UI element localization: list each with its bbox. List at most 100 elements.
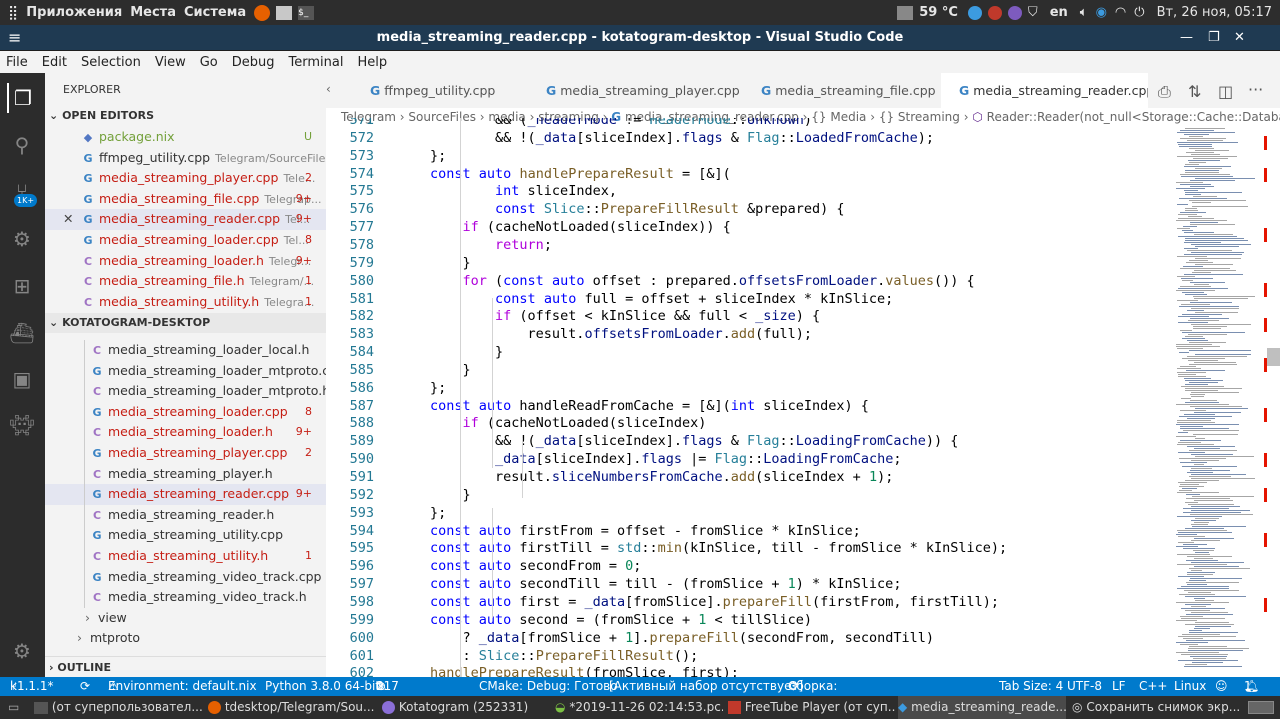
notification-tray-icon[interactable]: [987, 5, 1002, 20]
file-tree-item[interactable]: Cmedia_streaming_player.h: [45, 463, 326, 485]
places-menu[interactable]: Места: [130, 5, 176, 20]
remote-explorer-icon[interactable]: ▣: [7, 364, 37, 394]
file-tree-item[interactable]: Cmedia_streaming_loader_mtproto.h: [45, 381, 326, 402]
file-tree-item[interactable]: Cmedia_streaming_loader_local.h: [45, 340, 326, 361]
minimize-button[interactable]: —: [1180, 25, 1193, 50]
taskbar-item-kotatogram[interactable]: Kotatogram (252331): [382, 696, 550, 719]
file-tree-item[interactable]: Gmedia_streaming_loader_mtproto.cpp: [45, 360, 326, 382]
firefox-launcher-icon[interactable]: [254, 4, 271, 21]
sync-icon[interactable]: ⟳: [80, 677, 90, 696]
open-editor-item[interactable]: Gmedia_streaming_player.cpp Tele... 2: [45, 168, 326, 189]
folder-mtproto[interactable]: › mtproto: [45, 628, 326, 649]
viber-tray-icon[interactable]: [1007, 5, 1022, 20]
cmake-status[interactable]: CMake: Debug: Готово: [479, 677, 618, 696]
system-menu[interactable]: Система: [184, 5, 246, 20]
extensions-icon[interactable]: ⊞: [7, 271, 37, 301]
search-icon[interactable]: ⚲: [7, 130, 37, 160]
taskbar-item-screenshot[interactable]: ◎ Сохранить снимок экр...: [1072, 696, 1242, 719]
volume-icon[interactable]: 🔈︎: [1080, 5, 1088, 20]
workspace-switcher[interactable]: [1248, 701, 1274, 714]
tab-media-streaming-player[interactable]: G media_streaming_player.cpp: [528, 73, 743, 108]
menu-file[interactable]: File: [6, 55, 28, 70]
taskbar-item-firefox[interactable]: tdesktop/Telegram/Sou...: [208, 696, 376, 719]
tab-media-streaming-reader[interactable]: G media_streaming_reader.cpp ✕: [941, 73, 1148, 108]
taskbar-item-vscode[interactable]: ◆ media_streaming_reade...: [898, 696, 1066, 719]
file-tree-item[interactable]: Gmedia_streaming_loader.cpp 8: [45, 401, 326, 423]
language-mode[interactable]: C++: [1139, 677, 1168, 696]
taskbar-item-terminal[interactable]: (от суперпользовател...: [34, 696, 202, 719]
docker-icon[interactable]: ⛴: [7, 318, 37, 348]
hamburger-menu-icon[interactable]: ≡: [8, 25, 21, 50]
clock[interactable]: Вт, 26 ноя, 05:17: [1157, 5, 1272, 20]
network-manager-icon[interactable]: ◉: [1096, 5, 1107, 20]
apps-grid-icon[interactable]: ⣿: [8, 5, 18, 21]
code-view[interactable]: 571 && (_headerMode != HeaderMode::Unkno…: [326, 118, 1172, 677]
tab-ffmpeg-utility[interactable]: G ffmpeg_utility.cpp: [352, 73, 528, 108]
manage-gear-icon[interactable]: ⚙: [7, 636, 37, 666]
file-tree-item[interactable]: Cmedia_streaming_loader.h 9+: [45, 422, 326, 443]
open-editor-item[interactable]: Cmedia_streaming_loader.h Telegr... 9+: [45, 251, 326, 272]
open-editor-item[interactable]: Gmedia_streaming_file.cpp Telegrap... 9+: [45, 189, 326, 210]
more-actions-icon[interactable]: ···: [1248, 80, 1263, 99]
open-editor-item[interactable]: Gmedia_streaming_loader.cpp Tel... 8: [45, 230, 326, 251]
explorer-icon[interactable]: ❐: [7, 83, 37, 113]
terminal-launcher-icon[interactable]: $_: [298, 5, 315, 20]
close-editor-icon[interactable]: ✕: [63, 209, 73, 230]
file-tree-item[interactable]: Gmedia_streaming_video_track.cpp: [45, 566, 326, 588]
tab-scroll-left-icon[interactable]: ‹: [326, 82, 331, 96]
vertical-scrollbar[interactable]: [1267, 126, 1280, 677]
menu-debug[interactable]: Debug: [232, 55, 275, 70]
folder-view[interactable]: › view: [45, 608, 326, 629]
compare-icon[interactable]: ⇅: [1188, 82, 1201, 101]
open-editors-header[interactable]: ⌄ OPEN EDITORS: [45, 106, 326, 126]
editor-launcher-icon[interactable]: [276, 5, 293, 20]
encoding[interactable]: UTF-8: [1067, 677, 1102, 696]
maximize-button[interactable]: ❐: [1208, 25, 1220, 50]
tab-size[interactable]: Tab Size: 4: [999, 677, 1063, 696]
cmake-kit[interactable]: [Активный набор отсутствует]: [609, 677, 803, 696]
file-tree-item[interactable]: Cmedia_streaming_video_track.h: [45, 587, 326, 608]
open-editor-item[interactable]: Cmedia_streaming_file.h Telegram/... 1: [45, 271, 326, 292]
menu-selection[interactable]: Selection: [81, 55, 141, 70]
taskbar-item-image[interactable]: ◒ *2019-11-26 02:14:53.pc...: [555, 696, 723, 719]
open-editor-item[interactable]: ✕ Gmedia_streaming_reader.cpp Tel... 9+: [45, 209, 326, 230]
menu-help[interactable]: Help: [357, 55, 387, 70]
project-header[interactable]: ⌄ KOTATOGRAM-DESKTOP: [45, 313, 326, 333]
menu-go[interactable]: Go: [200, 55, 218, 70]
debug-icon[interactable]: ⚙: [7, 224, 37, 254]
end-of-line[interactable]: LF: [1112, 677, 1126, 696]
minimap-line: [1194, 628, 1210, 629]
file-tree-item[interactable]: Gmedia_streaming_reader.cpp 9+: [45, 484, 326, 505]
os-indicator[interactable]: Linux: [1174, 677, 1206, 696]
show-desktop-icon[interactable]: ▭: [8, 696, 19, 719]
split-editor-icon[interactable]: ◫: [1218, 82, 1233, 101]
open-editor-item[interactable]: ◆ package.nix U: [45, 127, 326, 148]
file-tree-item[interactable]: Gmedia_streaming_utility.cpp: [45, 525, 326, 546]
minimap[interactable]: [1172, 128, 1267, 677]
minimap-line: [1185, 194, 1201, 195]
vpn-shield-icon[interactable]: ⛉: [1028, 5, 1038, 20]
wifi-icon[interactable]: ◠: [1115, 5, 1126, 20]
python-interpreter[interactable]: Python 3.8.0 64-bit: [265, 677, 380, 696]
minimap-line: [1176, 602, 1229, 603]
feedback-icon[interactable]: ☺: [1215, 677, 1228, 696]
tab-media-streaming-file[interactable]: G media_streaming_file.cpp: [743, 73, 941, 108]
telegram-tray-icon[interactable]: [967, 5, 982, 20]
file-tree-item[interactable]: Cmedia_streaming_utility.h 1: [45, 546, 326, 567]
apps-menu[interactable]: Приложения: [26, 5, 122, 20]
open-editor-item[interactable]: Cmedia_streaming_utility.h Telegra... 1: [45, 292, 326, 313]
file-tree-item[interactable]: Gmedia_streaming_player.cpp 2: [45, 443, 326, 464]
power-icon[interactable]: ⏻: [1134, 5, 1144, 20]
scrollbar-thumb[interactable]: [1267, 348, 1280, 366]
alien-icon[interactable]: 👾︎: [7, 410, 37, 440]
close-window-button[interactable]: ✕: [1234, 25, 1245, 50]
keyboard-layout[interactable]: en: [1050, 5, 1068, 20]
taskbar-item-freetube[interactable]: FreeTube Player (от суп...: [728, 696, 896, 719]
open-editor-item[interactable]: Gffmpeg_utility.cpp Telegram/SourceFiles.…: [45, 148, 326, 169]
outline-header[interactable]: › OUTLINE: [45, 656, 326, 677]
file-tree-item[interactable]: Cmedia_streaming_reader.h: [45, 504, 326, 526]
open-changes-icon[interactable]: ⎙: [1158, 82, 1171, 102]
menu-view[interactable]: View: [155, 55, 186, 70]
menu-edit[interactable]: Edit: [42, 55, 67, 70]
menu-terminal[interactable]: Terminal: [289, 55, 344, 70]
